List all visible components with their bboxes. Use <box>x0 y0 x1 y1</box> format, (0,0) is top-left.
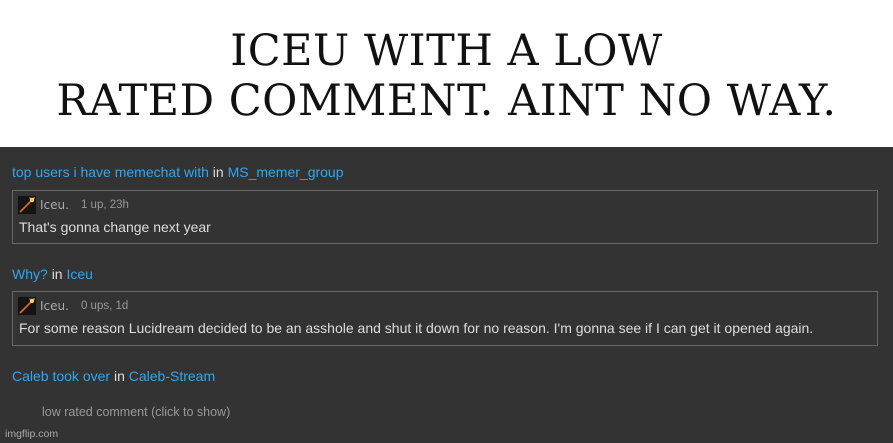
post-title-link[interactable]: Why? <box>12 266 48 282</box>
username-link[interactable]: Iceu. <box>40 299 69 313</box>
votes-time: 0 ups, 1d <box>80 300 129 312</box>
username-link[interactable]: Iceu. <box>40 198 69 212</box>
stream-link[interactable]: Iceu <box>66 266 92 282</box>
caption-text: ICEU WITH A LOW RATED COMMENT. AINT NO W… <box>56 22 836 126</box>
votes-time: 1 up, 23h <box>80 199 129 211</box>
comment-meta: Iceu. 0 ups, 1d <box>18 296 128 316</box>
comment-text: That's gonna change next year <box>19 219 211 235</box>
entry-heading: Caleb took over in Caleb-Stream <box>12 368 215 384</box>
meme-caption: ICEU WITH A LOW RATED COMMENT. AINT NO W… <box>0 0 893 147</box>
stream-link[interactable]: MS_memer_group <box>228 164 344 180</box>
comment-box: Iceu. 1 up, 23h That's gonna change next… <box>12 190 878 244</box>
comments-panel: top users i have memechat with in MS_mem… <box>0 147 893 443</box>
caption-line-1: ICEU WITH A LOW <box>230 25 663 76</box>
comment-meta: Iceu. 1 up, 23h <box>18 195 129 215</box>
low-rated-comment-toggle[interactable]: low rated comment (click to show) <box>42 405 230 419</box>
post-title-link[interactable]: top users i have memechat with <box>12 164 209 180</box>
sparkler-avatar-icon[interactable] <box>18 196 36 214</box>
comment-text: For some reason Lucidream decided to be … <box>19 320 814 336</box>
imgflip-watermark: imgflip.com <box>5 428 59 440</box>
entry-heading: top users i have memechat with in MS_mem… <box>12 164 344 180</box>
entry-heading: Why? in Iceu <box>12 266 93 282</box>
post-title-link[interactable]: Caleb took over <box>12 368 110 384</box>
caption-line-2: RATED COMMENT. AINT NO WAY. <box>56 75 837 126</box>
stream-link[interactable]: Caleb-Stream <box>129 368 215 384</box>
in-label: in <box>212 164 224 180</box>
comment-box: Iceu. 0 ups, 1d For some reason Lucidrea… <box>12 291 878 346</box>
in-label: in <box>51 266 63 282</box>
in-label: in <box>113 368 125 384</box>
sparkler-avatar-icon[interactable] <box>18 297 36 315</box>
